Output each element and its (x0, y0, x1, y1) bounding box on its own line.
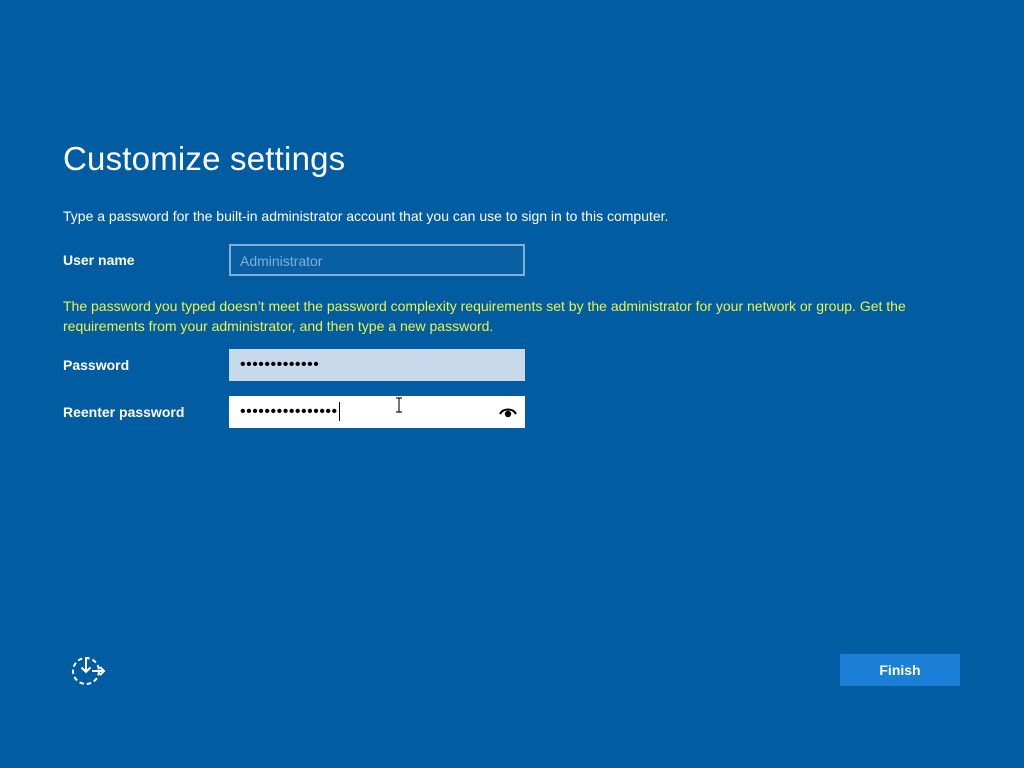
reveal-password-eye-icon[interactable] (499, 405, 517, 419)
username-label: User name (63, 252, 135, 268)
username-placeholder: Administrator (240, 253, 323, 269)
text-caret (338, 402, 340, 422)
intro-text: Type a password for the built-in adminis… (63, 208, 669, 224)
text-cursor-icon (396, 397, 402, 413)
reenter-password-value: •••••••••••••••• (240, 403, 338, 420)
page-title: Customize settings (63, 140, 346, 177)
reenter-password-field[interactable]: •••••••••••••••• (229, 396, 525, 428)
ease-of-access-icon[interactable] (70, 655, 106, 687)
password-label: Password (63, 357, 130, 373)
password-error-message: The password you typed doesn’t meet the … (63, 298, 906, 334)
password-field[interactable]: ••••••••••••• (229, 349, 525, 381)
password-value: ••••••••••••• (240, 356, 320, 373)
username-field[interactable]: Administrator (229, 244, 525, 276)
reenter-password-label: Reenter password (63, 404, 185, 420)
finish-button[interactable]: Finish (840, 654, 960, 686)
